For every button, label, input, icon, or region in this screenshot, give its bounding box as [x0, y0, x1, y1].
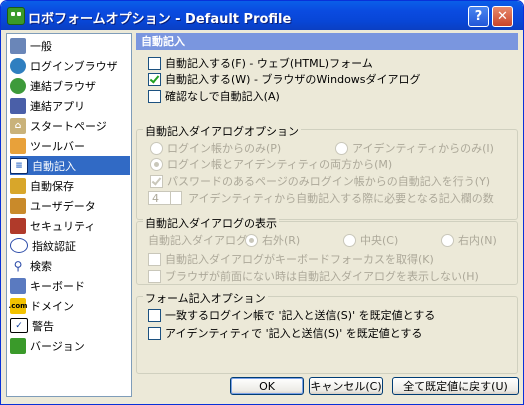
sidebar-item-label: 自動記入: [32, 159, 76, 173]
checkbox[interactable]: [148, 269, 161, 283]
home-icon: ⌂: [10, 117, 26, 134]
sidebar-item-domain[interactable]: .com ドメイン: [9, 296, 130, 315]
option-match-login-submit[interactable]: 一致するログイン帳で '記入と送信(S)' を既定値とする: [148, 307, 435, 323]
sidebar-item-label: 一般: [30, 39, 52, 53]
group-dialog-options: 自動記入ダイアログオプション ログイン帳からのみ(P) アイデンティティからのみ…: [136, 123, 518, 220]
checkbox[interactable]: [148, 252, 161, 266]
sidebar-item-security[interactable]: セキュリティ: [10, 216, 130, 235]
sidebar-item-start-page[interactable]: ⌂ スタートページ: [10, 116, 130, 135]
sidebar-item-general[interactable]: 一般: [10, 36, 130, 55]
linked-globe-icon: [10, 77, 26, 94]
sidebar-item-linked-browser[interactable]: 連結ブラウザ: [10, 76, 130, 95]
radio[interactable]: [150, 157, 163, 171]
option-autofill-web[interactable]: 自動記入する(F) - ウェブ(HTML)フォーム: [148, 55, 373, 71]
sidebar-item-label: キーボード: [30, 279, 85, 293]
cancel-button[interactable]: キャンセル(C): [309, 377, 383, 395]
checkbox[interactable]: [148, 326, 161, 340]
radio-center[interactable]: 中央(C): [343, 232, 398, 248]
option-autofill-no-confirm[interactable]: 確認なしで自動記入(A): [148, 88, 280, 104]
sidebar-item-label: 警告: [32, 319, 54, 333]
checkbox[interactable]: [148, 308, 161, 322]
sidebar-item-label: バージョン: [30, 339, 85, 353]
checkbox[interactable]: [148, 56, 161, 70]
search-icon: ⚲: [10, 257, 26, 274]
checkbox[interactable]: [148, 72, 161, 86]
radio[interactable]: [245, 233, 258, 247]
domain-icon: .com: [9, 297, 27, 314]
version-icon: [10, 337, 26, 354]
radio-login-only[interactable]: ログイン帳からのみ(P): [150, 140, 281, 156]
spin-label: アイデンティティから自動記入する際に必要となる記入欄の数: [188, 192, 494, 205]
sidebar-item-toolbar[interactable]: ツールバー: [10, 136, 130, 155]
security-icon: [10, 217, 26, 234]
group-form-options: フォーム記入オプション 一致するログイン帳で '記入と送信(S)' を既定値とす…: [136, 290, 518, 374]
keyboard-icon: [10, 277, 26, 294]
save-icon: [10, 177, 26, 194]
sidebar-item-warning[interactable]: ✓ 警告: [10, 316, 130, 335]
application-icon: [10, 97, 26, 114]
warning-icon: ✓: [10, 318, 28, 333]
sidebar-item-label: ドメイン: [30, 299, 74, 313]
checkbox[interactable]: [150, 174, 163, 188]
sidebar-item-label: 自動保存: [30, 179, 74, 193]
radio[interactable]: [441, 233, 454, 247]
sidebar-item-search[interactable]: ⚲ 検索: [10, 256, 130, 275]
user-icon: [10, 197, 26, 214]
sidebar-item-label: ユーザデータ: [30, 199, 96, 213]
sidebar-item-label: スタートページ: [30, 119, 107, 133]
window-title: ロボフォームオプション - Default Profile: [28, 12, 292, 27]
sidebar-item-version[interactable]: バージョン: [10, 336, 130, 355]
radio-identity-only[interactable]: アイデンティティからのみ(I): [335, 140, 494, 156]
sidebar-item-label: 指紋認証: [32, 239, 76, 253]
fingerprint-icon: [10, 238, 28, 253]
radio[interactable]: [150, 141, 163, 155]
checkbox[interactable]: [148, 89, 161, 103]
radio[interactable]: [343, 233, 356, 247]
sidebar-item-label: ツールバー: [30, 139, 85, 153]
sidebar-item-autofill[interactable]: ≡ 自動記入: [10, 156, 130, 175]
spin-arrows-icon[interactable]: [170, 192, 181, 204]
group-dialog-display: 自動記入ダイアログの表示 自動記入ダイアログの 右外(R) 中央(C) 右内(N…: [136, 215, 518, 285]
sidebar-item-label: 連結ブラウザ: [30, 79, 96, 93]
option-password-only[interactable]: パスワードのあるページのみログイン帳からの自動記入を行う(Y): [150, 173, 490, 189]
position-label: 自動記入ダイアログの: [148, 234, 258, 247]
group-title: 自動記入ダイアログの表示: [143, 215, 279, 231]
sidebar-item-label: セキュリティ: [30, 219, 96, 233]
sidebar-item-fingerprint[interactable]: 指紋認証: [10, 236, 130, 255]
toolbar-icon: [10, 137, 26, 154]
group-title: 自動記入ダイアログオプション: [143, 123, 301, 139]
sidebar-item-keyboard[interactable]: キーボード: [10, 276, 130, 295]
group-title: フォーム記入オプション: [143, 290, 268, 306]
options-window: ロボフォームオプション - Default Profile ? ✕ 一般 ログイ…: [0, 0, 524, 405]
option-not-foreground[interactable]: ブラウザが前面にない時は自動記入ダイアログを表示しない(H): [148, 268, 479, 284]
sidebar-item-autosave[interactable]: 自動保存: [10, 176, 130, 195]
sidebar-item-linked-app[interactable]: 連結アプリ: [10, 96, 130, 115]
sidebar-item-user-data[interactable]: ユーザデータ: [10, 196, 130, 215]
roboform-icon: [7, 7, 25, 25]
field-count-spinner[interactable]: 4 アイデンティティから自動記入する際に必要となる記入欄の数: [148, 190, 494, 206]
computer-icon: [10, 37, 26, 54]
close-button[interactable]: ✕: [492, 6, 513, 27]
section-header: 自動記入: [136, 33, 518, 50]
radio-right-outside[interactable]: 右外(R): [245, 232, 300, 248]
sidebar-item-label: 連結アプリ: [30, 99, 85, 113]
autofill-icon: ≡: [10, 157, 28, 174]
ok-button[interactable]: OK: [230, 377, 304, 395]
option-identity-submit[interactable]: アイデンティティで '記入と送信(S)' を既定値とする: [148, 325, 422, 341]
option-keyboard-focus[interactable]: 自動記入ダイアログがキーボードフォーカスを取得(K): [148, 251, 434, 267]
reset-defaults-button[interactable]: 全て既定値に戻す(U): [392, 377, 519, 395]
sidebar-item-label: 検索: [30, 259, 52, 273]
help-button[interactable]: ?: [468, 6, 489, 27]
sidebar-item-label: ログインブラウザ: [30, 59, 118, 73]
option-autofill-windows[interactable]: 自動記入する(W) - ブラウザのWindowsダイアログ: [148, 71, 421, 87]
globe-icon: [10, 57, 26, 74]
sidebar: 一般 ログインブラウザ 連結ブラウザ 連結アプリ ⌂ スタートページ ツールバー …: [6, 33, 132, 397]
radio-both[interactable]: ログイン帳とアイデンティティの両方から(M): [150, 156, 392, 172]
title-bar[interactable]: ロボフォームオプション - Default Profile ? ✕: [1, 1, 523, 30]
sidebar-item-login-browser[interactable]: ログインブラウザ: [10, 56, 130, 75]
radio-right-inside[interactable]: 右内(N): [441, 232, 497, 248]
radio[interactable]: [335, 141, 348, 155]
spin-input[interactable]: 4: [148, 191, 182, 205]
